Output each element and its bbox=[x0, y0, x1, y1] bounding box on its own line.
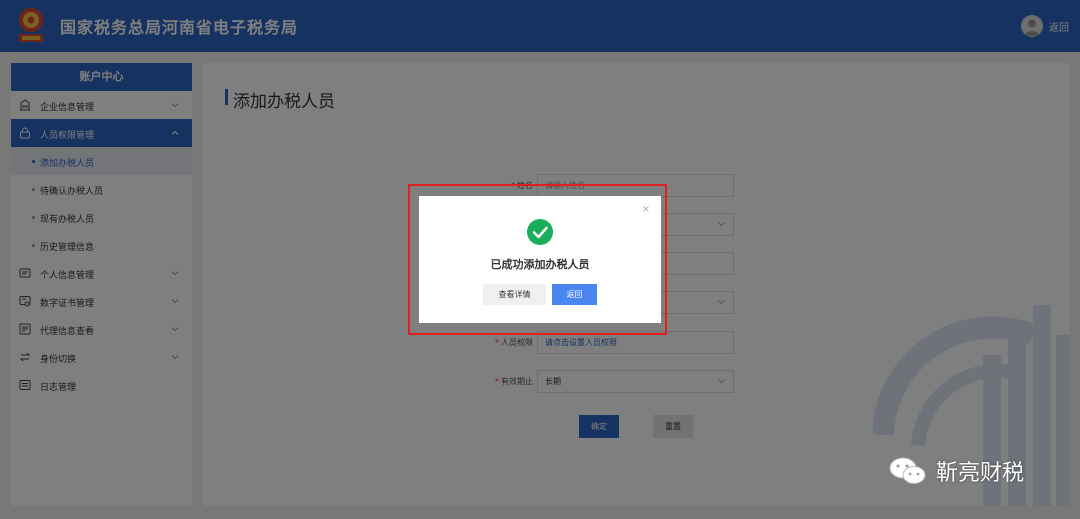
close-icon[interactable]: × bbox=[641, 205, 651, 215]
view-details-button[interactable]: 查看详情 bbox=[483, 284, 546, 305]
brand-name: 靳亮财税 bbox=[936, 461, 1025, 486]
success-check-icon bbox=[527, 219, 553, 245]
success-message: 已成功添加办税人员 bbox=[490, 258, 590, 271]
wechat-icon bbox=[889, 457, 926, 484]
brand-watermark: 靳亮财税 bbox=[888, 455, 1024, 487]
success-dialog: × 已成功添加办税人员 查看详情 返回 bbox=[419, 196, 661, 323]
modal-back-button[interactable]: 返回 bbox=[552, 284, 597, 305]
